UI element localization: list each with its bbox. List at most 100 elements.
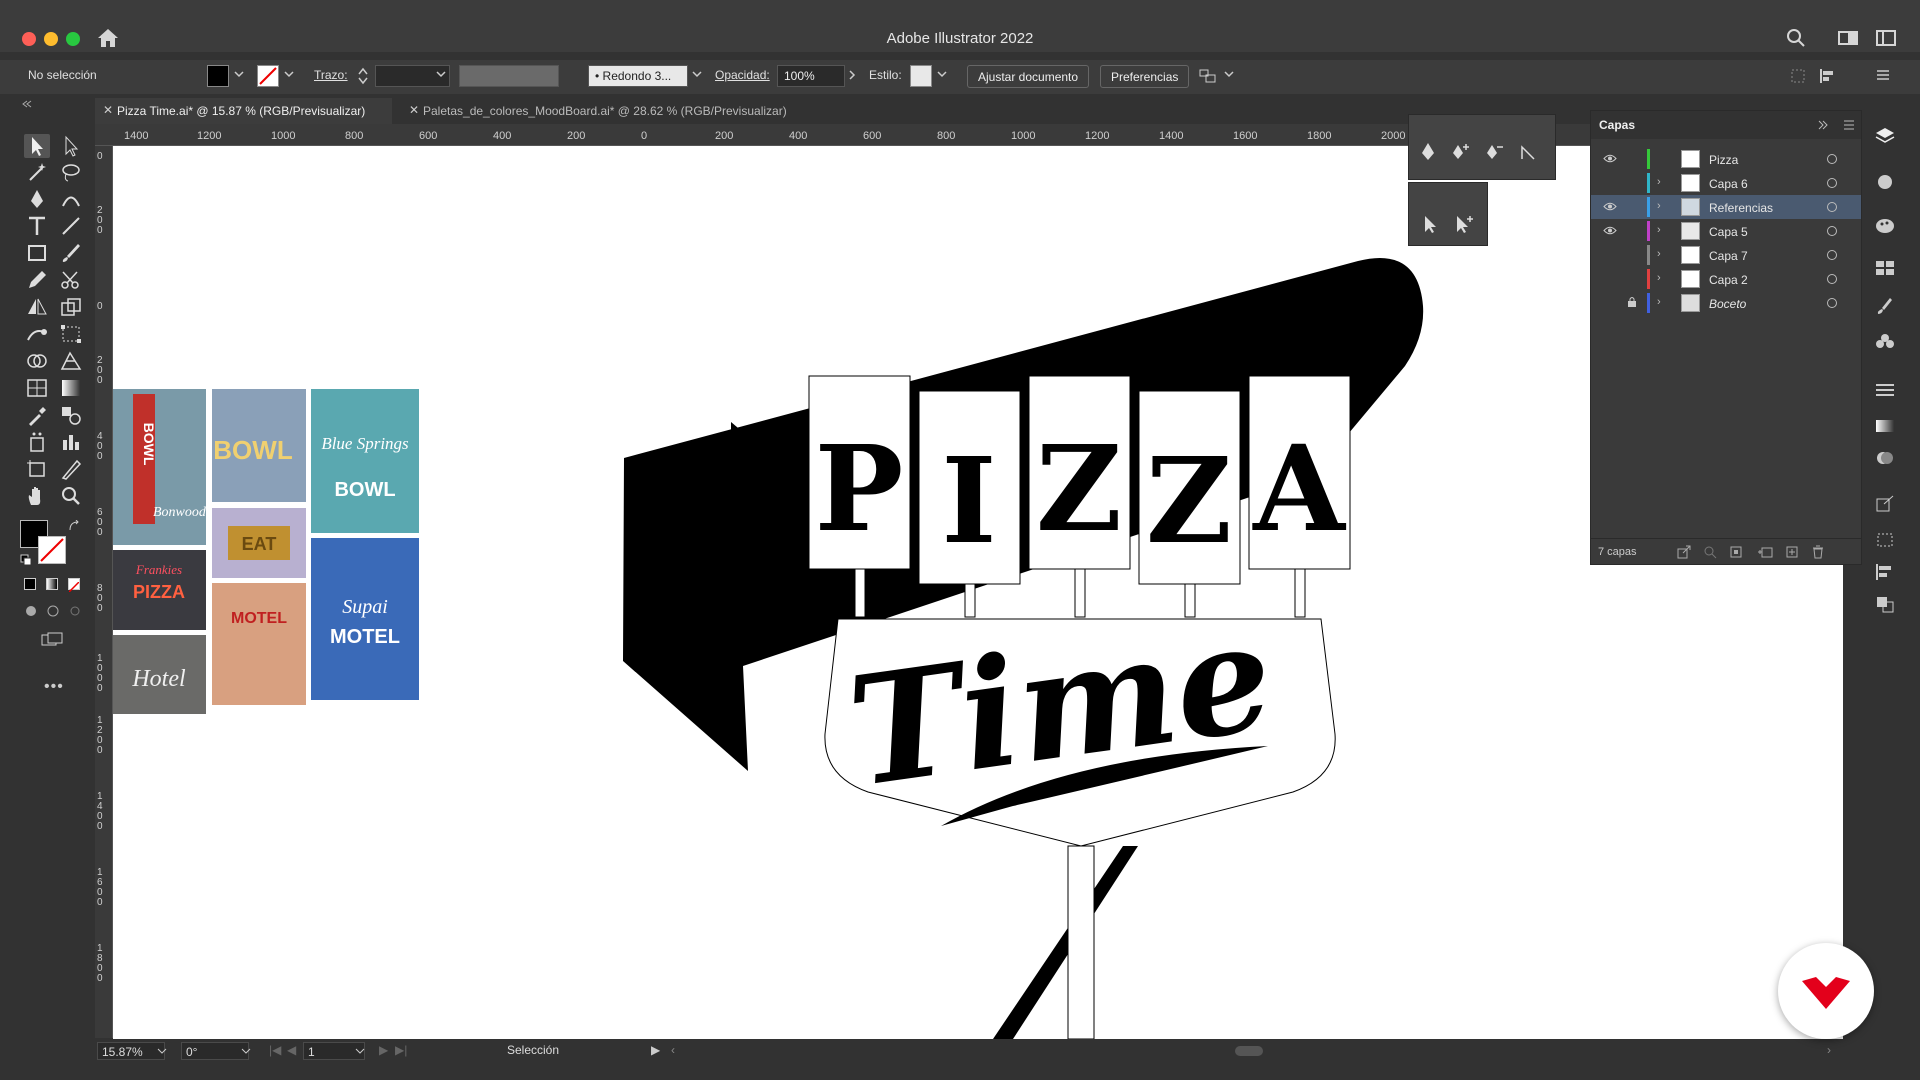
search-icon[interactable] xyxy=(1784,26,1808,50)
collapse-icon[interactable] xyxy=(1817,120,1829,130)
layer-row-pizza[interactable]: Pizza xyxy=(1591,147,1861,171)
brush-definition[interactable]: • Redondo 3... xyxy=(588,65,688,87)
gradient-mode-button[interactable] xyxy=(46,578,58,590)
chevron-down-icon[interactable] xyxy=(937,69,947,79)
transform-panel-icon[interactable] xyxy=(1874,530,1896,550)
direct-selection-tool[interactable] xyxy=(58,134,84,158)
menu-icon[interactable] xyxy=(1876,69,1890,81)
transparency-icon[interactable] xyxy=(1874,448,1896,468)
panel-menu-icon[interactable] xyxy=(1843,120,1855,130)
pathfinder-icon[interactable] xyxy=(1874,594,1896,614)
target-icon[interactable] xyxy=(1827,202,1837,212)
target-icon[interactable] xyxy=(1827,250,1837,260)
align-icon[interactable] xyxy=(1818,67,1836,85)
stroke-label[interactable]: Trazo: xyxy=(314,68,348,82)
symbols-icon[interactable] xyxy=(1874,332,1896,352)
status-menu-icon[interactable]: ▶ xyxy=(651,1043,660,1057)
appearance-icon[interactable] xyxy=(1874,172,1896,192)
reflect-tool[interactable] xyxy=(24,295,50,319)
color-icon[interactable] xyxy=(1874,216,1896,236)
chevron-down-icon[interactable] xyxy=(241,1046,251,1056)
scale-tool[interactable] xyxy=(58,295,84,319)
fit-document-button[interactable]: Ajustar documento xyxy=(967,65,1090,88)
chevron-right-icon[interactable]: › xyxy=(1657,296,1661,308)
close-icon[interactable]: ✕ xyxy=(409,103,419,117)
scissors-tool[interactable] xyxy=(58,268,84,292)
export-asset-icon[interactable] xyxy=(1874,494,1896,514)
align-options-icon[interactable] xyxy=(1198,67,1218,85)
layer-row-capa-6[interactable]: › Capa 6 xyxy=(1591,171,1861,195)
layer-row-capa-5[interactable]: › Capa 5 xyxy=(1591,219,1861,243)
tab-pizza-time[interactable]: ✕ Pizza Time.ai* @ 15.87 % (RGB/Previsua… xyxy=(95,98,392,124)
preferences-button[interactable]: Preferencias xyxy=(1100,65,1190,88)
chevron-down-icon[interactable] xyxy=(157,1046,167,1056)
blend-tool[interactable] xyxy=(58,403,84,427)
pen-icon[interactable] xyxy=(1417,141,1439,163)
search-icon[interactable] xyxy=(1703,545,1717,559)
moodboard[interactable]: BOWL Bonwood BOWL Blue Springs BOWL EAT … xyxy=(113,389,419,714)
chevron-down-icon[interactable] xyxy=(692,69,702,79)
target-icon[interactable] xyxy=(1827,274,1837,284)
none-mode-button[interactable] xyxy=(68,578,80,593)
direct-select-icon[interactable] xyxy=(1419,213,1441,235)
screen-mode-icon[interactable] xyxy=(40,632,64,648)
target-icon[interactable] xyxy=(1827,226,1837,236)
type-tool[interactable] xyxy=(24,214,50,238)
horizontal-scrollbar-thumb[interactable] xyxy=(1235,1046,1263,1056)
target-icon[interactable] xyxy=(1827,178,1837,188)
draw-behind-icon[interactable] xyxy=(46,604,60,618)
close-icon[interactable]: ✕ xyxy=(103,103,113,117)
default-colors-icon[interactable] xyxy=(20,554,32,566)
gradient-tool[interactable] xyxy=(58,376,84,400)
rotation-field[interactable]: 0° xyxy=(181,1042,249,1060)
previous-artboard-icon[interactable]: ◀ xyxy=(287,1043,296,1057)
anchor-point-icon[interactable] xyxy=(1517,141,1539,163)
free-transform-tool[interactable] xyxy=(58,322,84,346)
group-select-icon[interactable] xyxy=(1453,213,1475,235)
layers-panel-title[interactable]: Capas xyxy=(1599,118,1635,132)
artboard-tool[interactable] xyxy=(24,457,50,481)
zoom-field[interactable]: 15.87% xyxy=(97,1042,165,1060)
chevron-down-icon[interactable] xyxy=(355,1046,365,1056)
scroll-left-icon[interactable]: ‹ xyxy=(671,1043,675,1057)
trash-icon[interactable] xyxy=(1811,545,1825,559)
draw-normal-icon[interactable] xyxy=(24,604,38,618)
hand-tool[interactable] xyxy=(24,484,50,508)
chevron-right-icon[interactable]: › xyxy=(1657,200,1661,212)
graphic-style-swatch[interactable] xyxy=(910,65,932,87)
gradient-icon[interactable] xyxy=(1874,416,1896,436)
chevron-right-icon[interactable]: › xyxy=(1657,224,1661,236)
lock-icon[interactable] xyxy=(1627,296,1637,308)
artboard-canvas[interactable]: BOWL Bonwood BOWL Blue Springs BOWL EAT … xyxy=(113,146,1843,1039)
last-artboard-icon[interactable]: ▶| xyxy=(395,1043,407,1057)
swap-colors-icon[interactable] xyxy=(68,520,80,532)
chevron-right-icon[interactable]: › xyxy=(1657,176,1661,188)
more-tools-icon[interactable]: ••• xyxy=(44,678,64,696)
chevron-down-icon[interactable] xyxy=(284,69,294,79)
tab-paletas-moodboard[interactable]: ✕ Paletas_de_colores_MoodBoard.ai* @ 28.… xyxy=(401,98,821,124)
chevron-down-icon[interactable] xyxy=(436,69,446,79)
eye-icon[interactable] xyxy=(1603,154,1617,163)
opacity-label[interactable]: Opacidad: xyxy=(715,68,770,82)
layers-icon[interactable] xyxy=(1874,126,1896,146)
scroll-right-icon[interactable]: › xyxy=(1827,1043,1831,1057)
chevron-right-icon[interactable]: › xyxy=(1657,248,1661,260)
fill-stroke-swatches[interactable] xyxy=(20,520,66,564)
layer-row-capa-7[interactable]: › Capa 7 xyxy=(1591,243,1861,267)
stroke-icon[interactable] xyxy=(1874,380,1896,400)
target-icon[interactable] xyxy=(1827,154,1837,164)
rectangle-tool[interactable] xyxy=(24,241,50,265)
perspective-grid-tool[interactable] xyxy=(58,349,84,373)
mesh-tool[interactable] xyxy=(24,376,50,400)
next-artboard-icon[interactable]: ▶ xyxy=(379,1043,388,1057)
chevron-right-icon[interactable]: › xyxy=(1657,272,1661,284)
paintbrush-tool[interactable] xyxy=(58,241,84,265)
align-panel-icon[interactable] xyxy=(1874,562,1896,582)
magic-wand-tool[interactable] xyxy=(24,160,50,184)
selection-tool[interactable] xyxy=(24,134,50,158)
lasso-tool[interactable] xyxy=(58,160,84,184)
fill-swatch[interactable] xyxy=(207,65,229,87)
stepper-icon[interactable] xyxy=(358,66,368,86)
new-layer-icon[interactable] xyxy=(1785,545,1799,559)
workspace-switcher-icon[interactable] xyxy=(1836,26,1860,50)
